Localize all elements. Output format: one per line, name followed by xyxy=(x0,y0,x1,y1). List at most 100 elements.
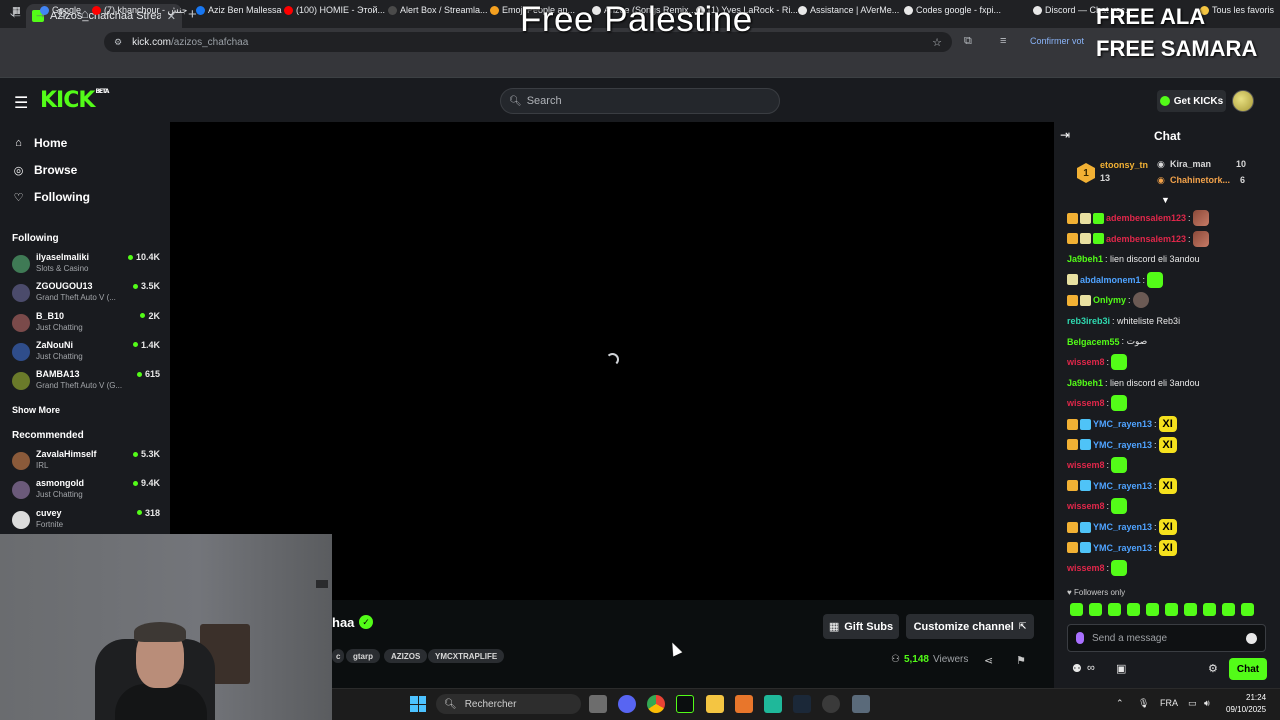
chat-store-icon[interactable]: ▣ xyxy=(1116,662,1126,675)
stream-tag[interactable]: gtarp xyxy=(346,649,380,663)
chat-users-icon[interactable]: ⚉ xyxy=(1072,662,1082,675)
task-view-icon[interactable] xyxy=(589,695,607,713)
steam-app-icon[interactable] xyxy=(793,695,811,713)
nav-following[interactable]: ♡ Following xyxy=(12,190,90,204)
chat-message-input[interactable]: Send a message xyxy=(1067,624,1266,652)
chat-username[interactable]: YMC_rayen13 xyxy=(1093,522,1152,532)
user-avatar[interactable] xyxy=(1232,90,1254,112)
show-more-button[interactable]: Show More xyxy=(12,405,60,415)
emote-icon[interactable] xyxy=(1165,603,1178,616)
chat-username[interactable]: YMC_rayen13 xyxy=(1093,481,1152,491)
extensions-icon[interactable]: ⧉ xyxy=(964,35,972,48)
emote-icon[interactable] xyxy=(1070,603,1083,616)
bookmark-item[interactable]: Aziz Ben Mallessa xyxy=(196,5,282,15)
chat-username[interactable]: YMC_rayen13 xyxy=(1093,419,1152,429)
chat-username[interactable]: abdalmonem1 xyxy=(1080,275,1141,285)
nav-home[interactable]: ⌂ Home xyxy=(12,136,67,150)
chat-username[interactable]: Ja9beh1 xyxy=(1067,378,1103,388)
emote-icon[interactable] xyxy=(1089,603,1102,616)
windows-start-icon[interactable] xyxy=(410,696,426,712)
sidebar-channel-following[interactable]: ilyaselmaliki Slots & Casino 10.4K xyxy=(12,252,160,278)
chat-username[interactable]: YMC_rayen13 xyxy=(1093,440,1152,450)
top-gifter-1[interactable]: etoonsy_tn xyxy=(1100,160,1148,170)
reading-list-icon[interactable]: ≡ xyxy=(1000,35,1006,47)
bookmark-star-icon[interactable]: ☆ xyxy=(932,36,942,49)
site-info-icon[interactable]: ⚙ xyxy=(114,37,122,48)
kick-logo[interactable]: KICKBETA xyxy=(40,88,109,113)
volume-icon[interactable]: 🔊︎ xyxy=(1204,698,1210,709)
bookmark-item[interactable]: Codes google - fxpi... xyxy=(904,5,1001,15)
bookmark-item[interactable]: Assistance | AVerMe... xyxy=(798,5,899,15)
sidebar-channel-recommended[interactable]: ZavalaHimself IRL 5.3K xyxy=(12,449,160,475)
emote-quick-bar[interactable] xyxy=(1070,603,1254,616)
sidebar-channel-following[interactable]: B_B10 Just Chatting 2K xyxy=(12,311,160,337)
app-icon-orange[interactable] xyxy=(735,695,753,713)
home-browser-icon[interactable]: ⌂ xyxy=(81,6,89,21)
chat-username[interactable]: wissem8 xyxy=(1067,563,1105,573)
chat-loop-icon[interactable]: ∞ xyxy=(1087,662,1095,674)
language-indicator[interactable]: FRA xyxy=(1160,698,1178,708)
channel-name[interactable]: haa xyxy=(332,615,354,630)
collapse-chat-icon[interactable]: ⇥ xyxy=(1060,128,1070,142)
nav-browse[interactable]: ◎ Browse xyxy=(12,163,78,177)
sidebar-channel-recommended[interactable]: cuvey Fortnite 318 xyxy=(12,508,160,534)
sidebar-channel-following[interactable]: BAMBA13 Grand Theft Auto V (G... 615 xyxy=(12,369,160,395)
emote-icon[interactable] xyxy=(1184,603,1197,616)
bookmark-item[interactable]: Alert Box / Streamla... xyxy=(388,5,488,15)
emote-icon[interactable] xyxy=(1203,603,1216,616)
share-icon[interactable]: ⋖ xyxy=(984,654,993,667)
chat-username[interactable]: reb3ireb3i xyxy=(1067,316,1110,326)
emoji-picker-icon[interactable] xyxy=(1246,633,1257,644)
emote-icon[interactable] xyxy=(1108,603,1121,616)
taskbar-clock[interactable]: 21:24 09/10/2025 xyxy=(1226,692,1266,716)
stream-tag[interactable]: YMCXTRAPLIFE xyxy=(428,649,505,663)
emote-icon[interactable] xyxy=(1127,603,1140,616)
chat-username[interactable]: Ja9beh1 xyxy=(1067,254,1103,264)
emote-icon[interactable] xyxy=(1241,603,1254,616)
chrome-app-icon[interactable] xyxy=(647,695,665,713)
chat-username[interactable]: wissem8 xyxy=(1067,357,1105,367)
emote-icon[interactable] xyxy=(1222,603,1235,616)
microphone-tray-icon[interactable]: 🎙︎ xyxy=(1138,698,1149,709)
chat-username[interactable]: Belgacem55 xyxy=(1067,337,1120,347)
bookmark-item[interactable]: Google xyxy=(40,5,81,15)
obs-app-icon[interactable] xyxy=(822,695,840,713)
chat-username[interactable]: adembensalem123 xyxy=(1106,234,1186,244)
menu-icon[interactable]: ☰ xyxy=(14,93,28,113)
chat-username[interactable]: wissem8 xyxy=(1067,398,1105,408)
more-options-icon[interactable]: ⚑ xyxy=(1016,654,1026,667)
top-gifter-3[interactable]: Chahinetork... xyxy=(1170,175,1230,185)
send-chat-button[interactable]: Chat xyxy=(1229,658,1267,680)
chat-username[interactable]: wissem8 xyxy=(1067,460,1105,470)
search-input[interactable]: 🔍︎ Search xyxy=(500,88,780,114)
stream-tag[interactable]: AZIZOS xyxy=(384,649,428,663)
settings-app-icon[interactable] xyxy=(852,695,870,713)
app-icon-teal[interactable] xyxy=(764,695,782,713)
gift-subs-button[interactable]: ▦ Gift Subs xyxy=(823,614,899,639)
discord-app-icon[interactable] xyxy=(618,695,636,713)
bookmark-item[interactable]: Tous les favoris xyxy=(1200,5,1274,15)
apps-icon[interactable]: ▦ xyxy=(12,5,21,16)
emote-icon[interactable] xyxy=(1146,603,1159,616)
chat-settings-icon[interactable]: ⚙ xyxy=(1208,662,1218,675)
chat-username[interactable]: adembensalem123 xyxy=(1106,213,1186,223)
bookmark-item[interactable]: (100) HOMIE - Этой... xyxy=(284,5,385,15)
file-explorer-icon[interactable] xyxy=(706,695,724,713)
expand-leaderboard-icon[interactable]: ▼ xyxy=(1161,195,1170,205)
network-icon[interactable]: ▭ xyxy=(1188,698,1197,709)
confirm-notice[interactable]: Confirmer vot xyxy=(1030,36,1084,46)
microphone-icon[interactable] xyxy=(1076,632,1084,644)
bookmark-item[interactable]: (7) khanchour - جنش xyxy=(92,5,187,16)
chat-username[interactable]: Onlymy xyxy=(1093,295,1126,305)
taskbar-search[interactable]: 🔍︎ Rechercher xyxy=(436,694,581,714)
sidebar-channel-following[interactable]: ZGOUGOU13 Grand Theft Auto V (... 3.5K xyxy=(12,281,160,307)
get-kicks-button[interactable]: Get KICKs xyxy=(1157,90,1226,112)
chat-username[interactable]: wissem8 xyxy=(1067,501,1105,511)
kick-app-icon[interactable] xyxy=(676,695,694,713)
chat-username[interactable]: YMC_rayen13 xyxy=(1093,543,1152,553)
top-gifter-2[interactable]: Kira_man xyxy=(1170,159,1211,169)
tray-overflow-icon[interactable]: ⌃ xyxy=(1116,698,1124,709)
customize-channel-button[interactable]: Customize channel ⇱ xyxy=(906,614,1034,639)
sidebar-channel-recommended[interactable]: asmongold Just Chatting 9.4K xyxy=(12,478,160,504)
sidebar-channel-following[interactable]: ZaNouNi Just Chatting 1.4K xyxy=(12,340,160,366)
